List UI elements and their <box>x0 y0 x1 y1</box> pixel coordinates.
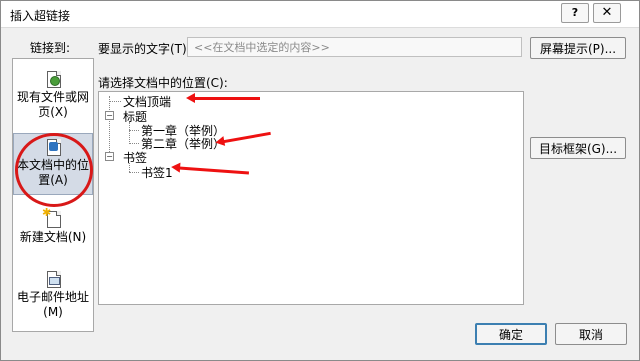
help-button[interactable]: ? <box>561 3 589 23</box>
window-title: 插入超链接 <box>10 9 71 23</box>
ok-button[interactable]: 确定 <box>475 323 547 345</box>
tree-item-chapter-2[interactable]: 第二章（举例） <box>141 135 225 152</box>
collapse-bookmarks-toggle[interactable]: − <box>105 152 114 161</box>
sidebar-item-new-document[interactable]: ✱ 新建文档(N) <box>13 206 93 245</box>
display-text-field[interactable]: <<在文档中选定的内容>> <box>187 37 522 57</box>
sidebar-item-label: 现有文件或网页(X) <box>16 90 89 119</box>
file-globe-icon <box>44 69 62 89</box>
new-document-icon: ✱ <box>42 206 62 229</box>
annotation-arrow-top <box>186 93 260 103</box>
sidebar-item-label: 电子邮件地址(M) <box>16 290 89 319</box>
target-frame-button[interactable]: 目标框架(G)... <box>530 137 626 159</box>
screentip-button[interactable]: 屏幕提示(P)... <box>530 37 626 59</box>
cancel-button[interactable]: 取消 <box>555 323 627 345</box>
document-place-tree: 文档顶端 − 标题 第一章（举例） 第二章（举例） − 书签 书签1 <box>98 91 524 305</box>
tree-item-bookmark-1[interactable]: 书签1 <box>141 164 173 181</box>
insert-hyperlink-dialog: 插入超链接 ? ✕ 链接到: 要显示的文字(T): <<在文档中选定的内容>> … <box>0 0 640 361</box>
collapse-headings-toggle[interactable]: − <box>105 111 114 120</box>
close-button[interactable]: ✕ <box>593 3 621 23</box>
select-place-label: 请选择文档中的位置(C): <box>98 76 228 90</box>
annotation-circle <box>15 133 93 207</box>
title-bar: 插入超链接 ? ✕ <box>1 1 639 28</box>
link-to-label: 链接到: <box>30 41 71 55</box>
email-icon <box>44 269 62 289</box>
display-text-label: 要显示的文字(T): <box>98 42 191 56</box>
sidebar-item-email[interactable]: 电子邮件地址(M) <box>13 269 93 320</box>
sidebar-item-existing-file[interactable]: 现有文件或网页(X) <box>13 69 93 120</box>
sidebar-item-label: 新建文档(N) <box>19 230 87 244</box>
